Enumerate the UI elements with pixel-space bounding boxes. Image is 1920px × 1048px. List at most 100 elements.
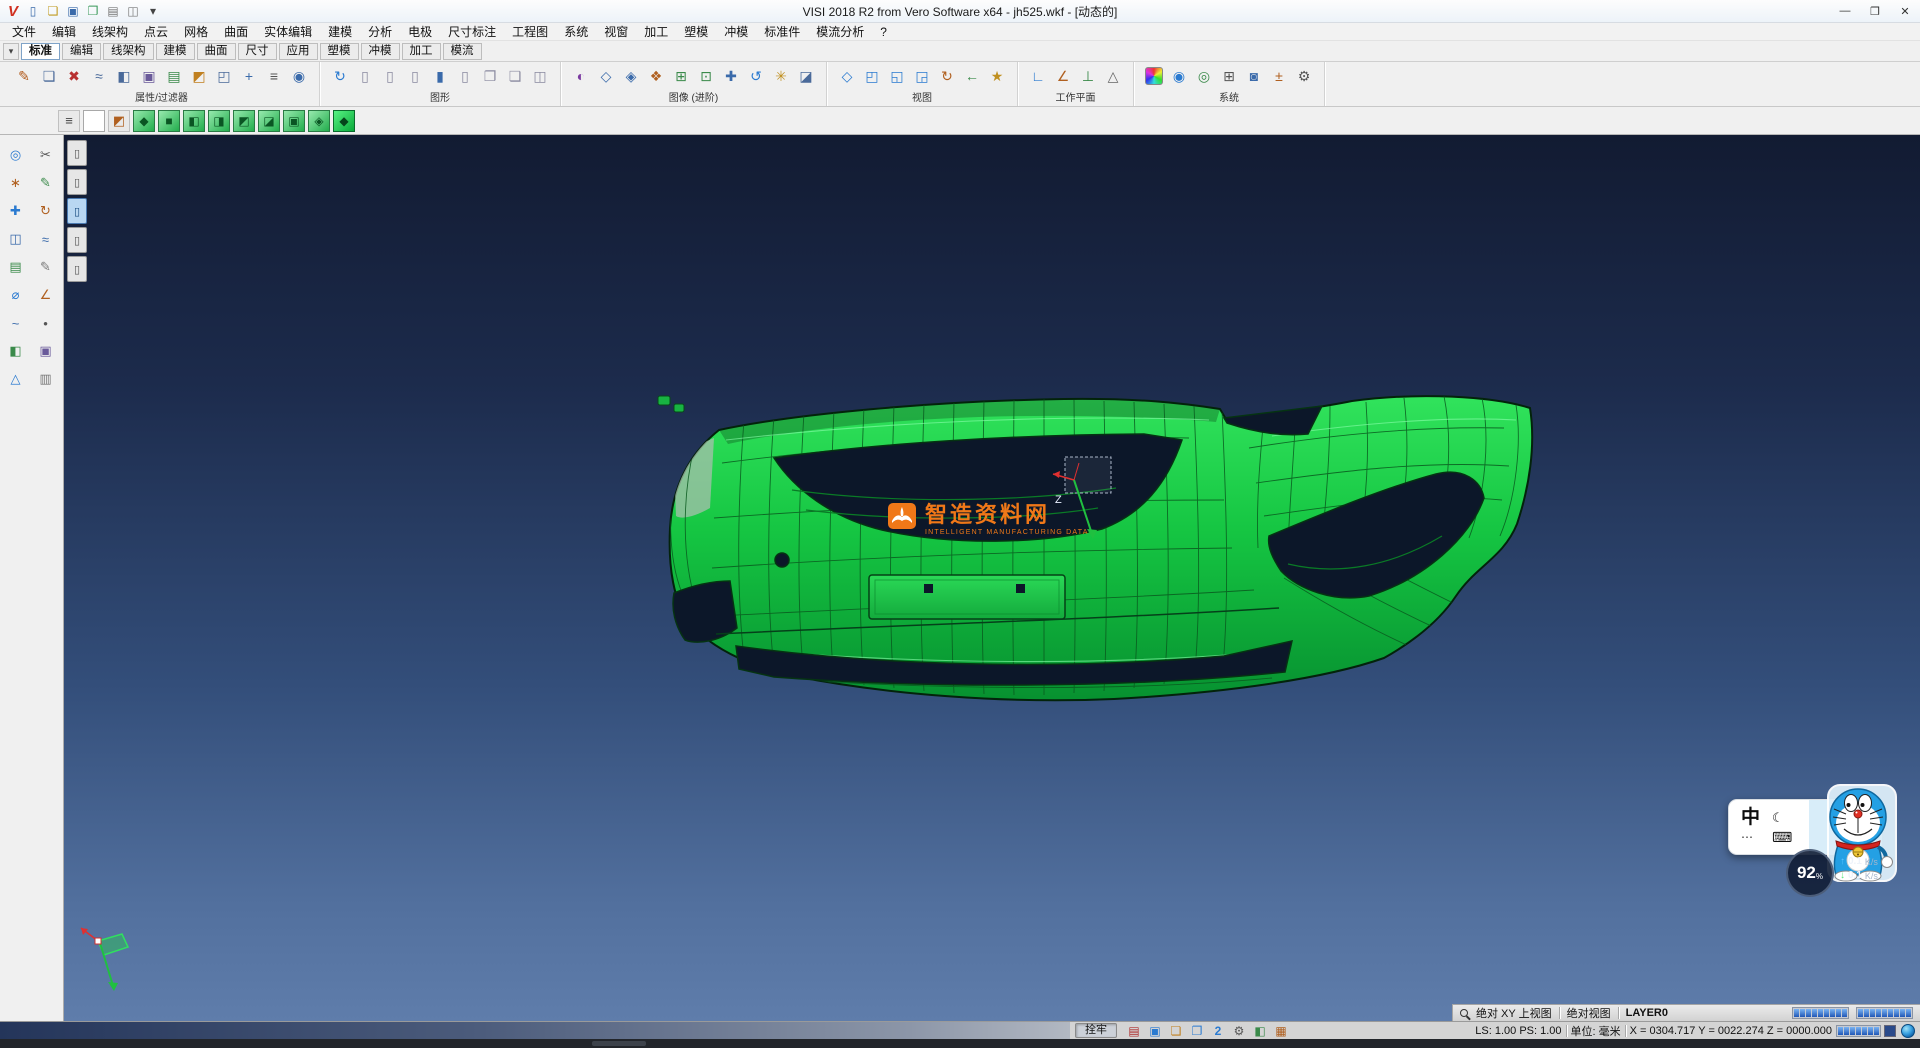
tab-4[interactable]: 建模	[156, 43, 195, 60]
palette-tab-3[interactable]: ▯	[67, 198, 87, 224]
menu-item-2[interactable]: 编辑	[44, 23, 84, 41]
curve-icon[interactable]: ~	[4, 311, 28, 335]
stacked-pages-icon[interactable]: ❏	[504, 65, 526, 87]
view-cube-top-icon[interactable]: ■	[158, 110, 180, 132]
view-manager-icon[interactable]: ★	[986, 65, 1008, 87]
view-menu-icon[interactable]: ≡	[58, 110, 80, 132]
menu-item-7[interactable]: 实体编辑	[256, 23, 320, 41]
visi-logo[interactable]: V	[4, 2, 22, 20]
menu-item-3[interactable]: 线架构	[84, 23, 136, 41]
status-gear-icon[interactable]: ⚙	[1231, 1023, 1247, 1039]
menu-item-9[interactable]: 分析	[360, 23, 400, 41]
measure-icon[interactable]: ✎	[34, 171, 58, 195]
solid-filter-icon[interactable]: ▣	[138, 65, 160, 87]
menu-item-13[interactable]: 系统	[556, 23, 596, 41]
dimension-icon[interactable]: ⌀	[4, 283, 28, 307]
dynamic-view-icon[interactable]: ❖	[645, 65, 667, 87]
rotate-view-2-icon[interactable]: ↻	[936, 65, 958, 87]
tab-5[interactable]: 曲面	[197, 43, 236, 60]
palette-tab-5[interactable]: ▯	[67, 256, 87, 282]
menu-item-1[interactable]: 文件	[4, 23, 44, 41]
workspace-icon[interactable]: ❐	[84, 2, 102, 20]
trim-tool-icon[interactable]: ✂	[34, 143, 58, 167]
workplane-normal-icon[interactable]: ⊥	[1077, 65, 1099, 87]
status-save-icon[interactable]: ▣	[1147, 1023, 1163, 1039]
tab-overflow-caret[interactable]: ▾	[3, 43, 19, 60]
menu-item-11[interactable]: 尺寸标注	[440, 23, 504, 41]
workplane-standard-icon[interactable]: ∟	[1027, 65, 1049, 87]
menu-item-16[interactable]: 塑模	[676, 23, 716, 41]
active-page-icon[interactable]: ▮	[429, 65, 451, 87]
menu-item-17[interactable]: 冲模	[716, 23, 756, 41]
menu-item-10[interactable]: 电极	[400, 23, 440, 41]
status-cube-icon[interactable]: ◧	[1252, 1023, 1268, 1039]
maximize-button[interactable]: ❐	[1860, 0, 1890, 22]
ime-more-icon[interactable]: ⋯	[1741, 831, 1760, 843]
tab-11[interactable]: 模流	[443, 43, 482, 60]
menu-item-14[interactable]: 视窗	[596, 23, 636, 41]
display-settings-icon[interactable]: ◉	[1168, 65, 1190, 87]
blank-view-slot[interactable]	[83, 110, 105, 132]
menu-item-8[interactable]: 建模	[320, 23, 360, 41]
tab-9[interactable]: 冲模	[361, 43, 400, 60]
iso-view-icon[interactable]: ◇	[836, 65, 858, 87]
new-file-icon[interactable]: ▯	[24, 2, 42, 20]
tab-1[interactable]: 标准	[21, 43, 60, 60]
view-cube-bottom-icon[interactable]: ▣	[283, 110, 305, 132]
view-shaded-cube-icon[interactable]: ◆	[333, 110, 355, 132]
properties-icon[interactable]: ◉	[288, 65, 310, 87]
close-button[interactable]: ✕	[1890, 0, 1920, 22]
menu-item-15[interactable]: 加工	[636, 23, 676, 41]
tab-6[interactable]: 尺寸	[238, 43, 277, 60]
select-tool-icon[interactable]: ◎	[4, 143, 28, 167]
color-palette-icon[interactable]	[1145, 67, 1163, 85]
tab-10[interactable]: 加工	[402, 43, 441, 60]
pan-view-icon[interactable]: ✚	[720, 65, 742, 87]
menu-item-12[interactable]: 工程图	[504, 23, 556, 41]
menu-item-20[interactable]: ?	[872, 23, 895, 41]
palette-tab-2[interactable]: ▯	[67, 169, 87, 195]
print-icon[interactable]: ▤	[104, 2, 122, 20]
viewport-3d[interactable]: ▯▯▯▯▯	[64, 135, 1920, 1021]
solid-tool-icon[interactable]: ▣	[34, 339, 58, 363]
search-icon[interactable]	[1460, 1009, 1468, 1017]
quick-select-icon[interactable]: +	[238, 65, 260, 87]
zoom-window-icon[interactable]: ⊞	[670, 65, 692, 87]
view-cube-left-icon[interactable]: ◩	[233, 110, 255, 132]
page-icon-4[interactable]: ▯	[454, 65, 476, 87]
ime-moon-icon[interactable]: ☾	[1772, 810, 1792, 826]
report-icon[interactable]: ▥	[34, 367, 58, 391]
minimize-button[interactable]: —	[1830, 0, 1860, 22]
grid-settings-icon[interactable]: ⊞	[1218, 65, 1240, 87]
preview-icon[interactable]: ◫	[124, 2, 142, 20]
selection-list-icon[interactable]: ≡	[263, 65, 285, 87]
snap-toggle-button[interactable]: 拴牢	[1075, 1023, 1117, 1038]
zoom-extents-icon[interactable]: ⊡	[695, 65, 717, 87]
light-settings-icon[interactable]: ✳	[770, 65, 792, 87]
surface-filter-icon[interactable]: ◧	[113, 65, 135, 87]
delete-filter-icon[interactable]: ✖	[63, 65, 85, 87]
copy-attributes-icon[interactable]: ❏	[38, 65, 60, 87]
absolute-view-indicator[interactable]: 绝对视图	[1567, 1005, 1611, 1021]
refresh-graphics-icon[interactable]: ↻	[329, 65, 351, 87]
workplane-gizmo[interactable]: Z	[1049, 453, 1129, 548]
workplane-3points-icon[interactable]: ∠	[1052, 65, 1074, 87]
analyze-icon[interactable]: △	[4, 367, 28, 391]
status-book-icon[interactable]: ❐	[1189, 1023, 1205, 1039]
surface-tool-icon[interactable]: ◧	[4, 339, 28, 363]
view-cube-right-icon[interactable]: ◪	[258, 110, 280, 132]
view-cube-dimetric-icon[interactable]: ◈	[308, 110, 330, 132]
page-icon-2[interactable]: ▯	[379, 65, 401, 87]
ime-language-button[interactable]: 中	[1741, 807, 1760, 829]
snapshot-icon[interactable]: ◙	[1243, 65, 1265, 87]
menu-item-18[interactable]: 标准件	[756, 23, 808, 41]
page-icon-1[interactable]: ▯	[354, 65, 376, 87]
section-view-icon[interactable]: ◪	[795, 65, 817, 87]
hidden-line-icon[interactable]: ◈	[620, 65, 642, 87]
open-file-icon[interactable]: ❏	[44, 2, 62, 20]
rotate-icon[interactable]: ↻	[34, 199, 58, 223]
bumper-model[interactable]	[624, 388, 1544, 718]
palette-tab-1[interactable]: ▯	[67, 140, 87, 166]
wire-filter-icon[interactable]: ≈	[88, 65, 110, 87]
tab-7[interactable]: 应用	[279, 43, 318, 60]
